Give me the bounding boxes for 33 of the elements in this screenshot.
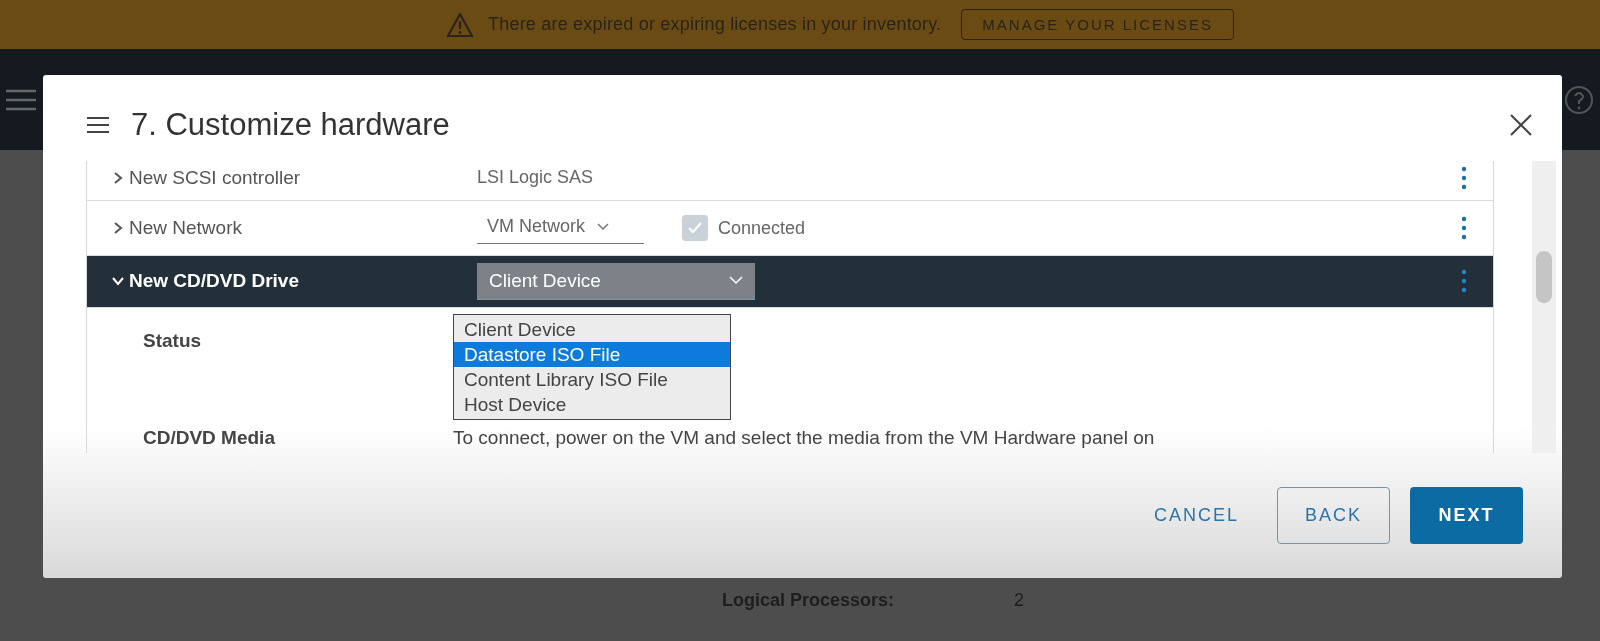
- dialog-title: 7. Customize hardware: [131, 106, 451, 143]
- detail-text: To connect, power on the VM and select the media from the VM Hardware panel on: [453, 426, 1155, 449]
- primary-button[interactable]: NEXT: [1410, 487, 1523, 544]
- kebab-menu-icon: [1461, 216, 1467, 241]
- row-actions-button[interactable]: [1461, 165, 1467, 190]
- menu-icon[interactable]: [87, 116, 109, 134]
- detail-label: CD/DVD Media: [142, 426, 276, 449]
- close-button[interactable]: [1510, 114, 1532, 136]
- checkmark-icon: [688, 222, 702, 235]
- caret-icon: [729, 276, 743, 286]
- row-actions-button[interactable]: [1461, 216, 1467, 241]
- hardware-label: New CD/DVD Drive: [129, 270, 299, 293]
- warning-icon: [446, 11, 475, 38]
- hardware-label: New Network: [129, 217, 242, 240]
- dropdown-option[interactable]: Datastore ISO File: [454, 342, 730, 367]
- kebab-menu-icon: [1461, 269, 1467, 294]
- kebab-menu-icon: [1461, 165, 1467, 190]
- link-button[interactable]: CANCEL: [1135, 487, 1257, 544]
- dropdown-option[interactable]: Host Device: [454, 392, 730, 417]
- hardware-label: New SCSI controller: [129, 166, 301, 189]
- row-actions-button[interactable]: [1461, 269, 1467, 294]
- row-value: LSI Logic SAS: [477, 167, 594, 189]
- caret-icon: [597, 222, 609, 231]
- detail-label: Status: [142, 329, 203, 352]
- license-warning: There are expired or expiring licenses in your inventory.: [488, 14, 942, 35]
- dropdown-option[interactable]: Client Device: [454, 317, 730, 342]
- outline-button[interactable]: BACK: [1277, 487, 1390, 544]
- checkbox-label: Connected: [718, 217, 806, 239]
- network-dropdown[interactable]: VM Network: [477, 212, 644, 245]
- dropdown-option[interactable]: Content Library ISO File: [454, 367, 730, 392]
- cd-dvd-dropdown[interactable]: Client Device: [477, 263, 755, 300]
- checkbox[interactable]: [682, 215, 708, 242]
- scrollbar[interactable]: [1532, 161, 1556, 453]
